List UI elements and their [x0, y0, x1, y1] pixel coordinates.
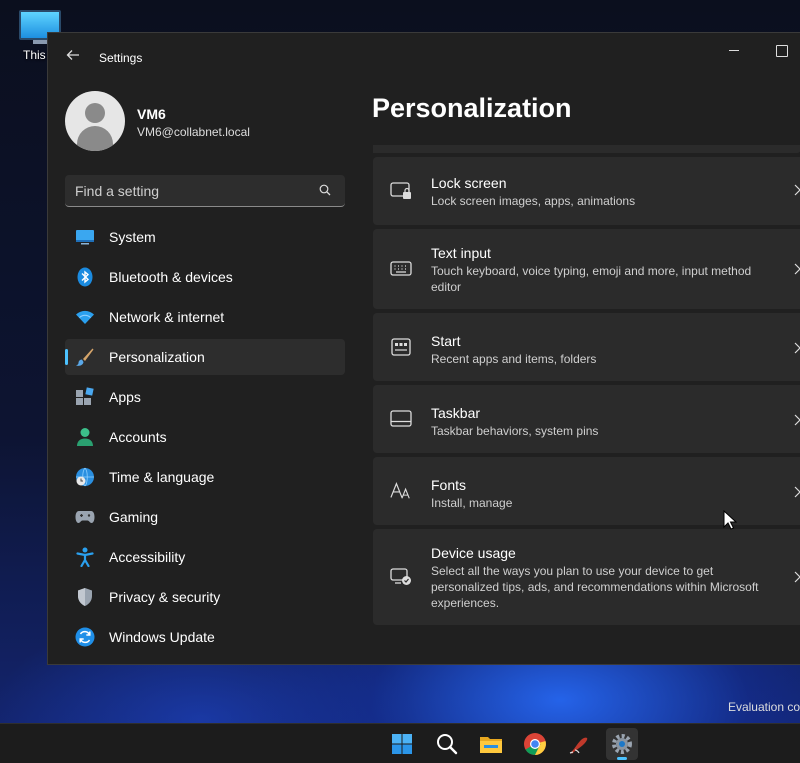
- card-description: Install, manage: [431, 496, 513, 510]
- sidebar-item-label: Windows Update: [109, 629, 215, 645]
- card-title: Device usage: [431, 545, 516, 561]
- page-title: Personalization: [372, 93, 572, 123]
- update-icon: [75, 627, 95, 647]
- fonts-icon: [390, 480, 412, 502]
- arrow-left-icon: [66, 50, 79, 60]
- sidebar-item-label: Privacy & security: [109, 589, 221, 605]
- system-icon: [75, 227, 95, 247]
- sidebar-item-gaming[interactable]: Gaming: [65, 499, 345, 535]
- sidebar-item-apps[interactable]: Apps: [65, 379, 345, 415]
- chevron-right-icon: [793, 341, 800, 355]
- evaluation-watermark: Evaluation co: [727, 700, 800, 714]
- brush-icon: [75, 347, 95, 367]
- card-description: Taskbar behaviors, system pins: [431, 424, 599, 438]
- settings-card-list: Lock screen Lock screen images, apps, an…: [373, 145, 800, 629]
- card-taskbar[interactable]: Taskbar Taskbar behaviors, system pins: [373, 385, 800, 453]
- card-lock-screen[interactable]: Lock screen Lock screen images, apps, an…: [373, 157, 800, 225]
- mouse-cursor-icon: [723, 510, 737, 530]
- apps-icon: [75, 387, 95, 407]
- card-description: Recent apps and items, folders: [431, 352, 597, 366]
- window-title: Settings: [99, 51, 143, 65]
- sidebar-item-label: Accessibility: [109, 549, 186, 565]
- sidebar-item-label: Personalization: [109, 349, 205, 365]
- lock-screen-icon: [390, 180, 412, 202]
- sidebar-item-label: Time & language: [109, 469, 215, 485]
- card-title: Fonts: [431, 477, 467, 493]
- avatar[interactable]: [65, 91, 125, 151]
- keyboard-icon: [390, 258, 412, 280]
- sidebar-item-bluetooth[interactable]: Bluetooth & devices: [65, 259, 345, 295]
- card-title: Lock screen: [431, 175, 507, 191]
- user-email: VM6@collabnet.local: [137, 125, 250, 139]
- card-device-usage[interactable]: Device usage Select all the ways you pla…: [373, 529, 800, 625]
- taskbar-icon: [390, 408, 412, 430]
- gamepad-icon: [75, 507, 95, 527]
- card-description: Touch keyboard, voice typing, emoji and …: [431, 264, 752, 294]
- card-start[interactable]: Start Recent apps and items, folders: [373, 313, 800, 381]
- chevron-right-icon: [793, 262, 800, 276]
- chevron-right-icon: [793, 570, 800, 584]
- sidebar-item-network[interactable]: Network & internet: [65, 299, 345, 335]
- search-icon[interactable]: [431, 728, 463, 760]
- sidebar-item-accounts[interactable]: Accounts: [65, 419, 345, 455]
- search-box[interactable]: [65, 175, 345, 207]
- sidebar-item-label: Gaming: [109, 509, 159, 525]
- sidebar-item-label: System: [109, 229, 156, 245]
- sidebar-item-label: Accounts: [109, 429, 167, 445]
- sidebar-item-label: Bluetooth & devices: [109, 269, 233, 285]
- minimize-button[interactable]: [724, 41, 744, 61]
- search-icon[interactable]: [319, 184, 331, 196]
- sidebar-item-windows-update[interactable]: Windows Update: [65, 619, 345, 655]
- search-input[interactable]: [75, 175, 305, 206]
- settings-window: Settings VM6 VM6@collabnet.local System …: [47, 32, 800, 665]
- chevron-right-icon: [793, 485, 800, 499]
- chrome-icon[interactable]: [519, 728, 551, 760]
- shield-icon: [75, 587, 95, 607]
- sidebar-item-label: Network & internet: [109, 309, 225, 325]
- chevron-right-icon: [793, 183, 800, 197]
- settings-gear-icon[interactable]: [606, 728, 638, 760]
- taskbar: [0, 723, 800, 763]
- card-title: Start: [431, 333, 461, 349]
- device-usage-icon: [390, 566, 412, 588]
- maximize-button[interactable]: [772, 41, 792, 61]
- sidebar-item-accessibility[interactable]: Accessibility: [65, 539, 345, 575]
- file-explorer-icon[interactable]: [475, 728, 507, 760]
- start-icon: [390, 336, 412, 358]
- user-name: VM6: [137, 106, 166, 122]
- sidebar-nav: System Bluetooth & devices Network & int…: [65, 219, 345, 659]
- sidebar-item-label: Apps: [109, 389, 141, 405]
- sidebar-item-system[interactable]: System: [65, 219, 345, 255]
- back-button[interactable]: [62, 47, 84, 69]
- card-description: Select all the ways you plan to use your…: [431, 564, 759, 610]
- chevron-right-icon: [793, 413, 800, 427]
- card-text-input[interactable]: Text input Touch keyboard, voice typing,…: [373, 229, 800, 309]
- card-partial[interactable]: [373, 145, 800, 153]
- card-title: Text input: [431, 245, 491, 261]
- title-bar[interactable]: Settings: [48, 33, 800, 81]
- sidebar-item-privacy-security[interactable]: Privacy & security: [65, 579, 345, 615]
- sidebar-item-time-language[interactable]: Time & language: [65, 459, 345, 495]
- accessibility-icon: [75, 547, 95, 567]
- windows-start-icon[interactable]: [386, 728, 418, 760]
- pen-app-icon[interactable]: [563, 728, 595, 760]
- card-title: Taskbar: [431, 405, 481, 421]
- person-icon: [75, 427, 95, 447]
- sidebar-item-personalization[interactable]: Personalization: [65, 339, 345, 375]
- card-description: Lock screen images, apps, animations: [431, 194, 636, 208]
- globe-clock-icon: [75, 467, 95, 487]
- wifi-icon: [75, 307, 95, 327]
- bluetooth-icon: [75, 267, 95, 287]
